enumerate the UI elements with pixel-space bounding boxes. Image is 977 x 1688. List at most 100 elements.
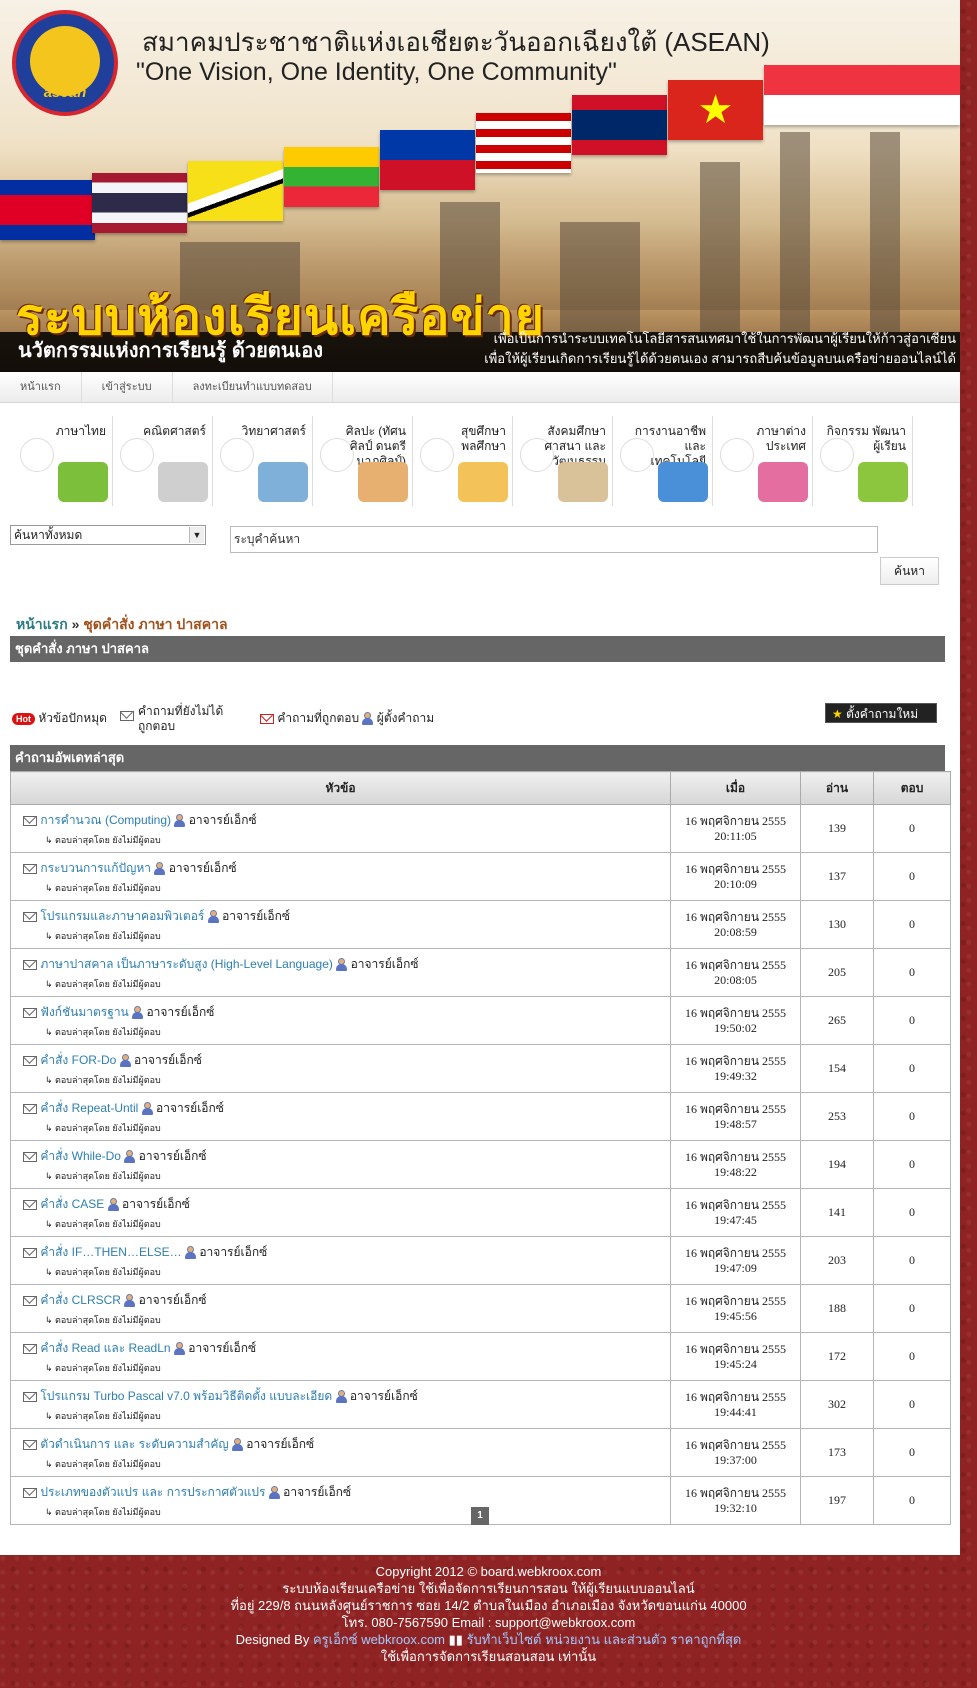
topic-link[interactable]: คำสั่ง Repeat-Until (40, 1101, 138, 1115)
topic-author: อาจารย์เอ็กซ์ (188, 1341, 257, 1355)
topic-link[interactable]: คำสั่ง IF…THEN…ELSE… (40, 1245, 181, 1259)
topic-date: 16 พฤศจิกายน 2555 20:11:05 (670, 804, 801, 853)
last-reply: ↳ ตอบล่าสุดโดย ยังไม่มีผู้ตอบ (45, 1123, 161, 1133)
last-reply: ↳ ตอบล่าสุดโดย ยังไม่มีผู้ตอบ (45, 1459, 161, 1469)
flag-philippines (380, 130, 475, 190)
last-reply: ↳ ตอบล่าสุดโดย ยังไม่มีผู้ตอบ (45, 1507, 161, 1517)
page-1-button[interactable]: 1 (471, 1507, 489, 1525)
flag-thailand (92, 173, 187, 233)
envelope-icon (23, 1487, 37, 1498)
category-label: ภาษาไทย (55, 424, 106, 438)
table-row: คำสั่ง CASE อาจารย์เอ็กซ์ ↳ ตอบล่าสุดโดย … (10, 1188, 951, 1237)
service-link[interactable]: รับทำเว็บไซต์ หน่วยงาน และส่วนตัว ราคาถู… (467, 1632, 742, 1647)
topic-author: อาจารย์เอ็กซ์ (156, 1101, 224, 1115)
table-row: คำสั่ง While-Do อาจารย์เอ็กซ์ ↳ ตอบล่าสุด… (10, 1140, 951, 1189)
user-icon (231, 1438, 243, 1452)
last-reply: ↳ ตอบล่าสุดโดย ยังไม่มีผู้ตอบ (45, 931, 161, 941)
topic-author: อาจารย์เอ็กซ์ (188, 813, 257, 827)
envelope-answered-icon (260, 713, 274, 724)
category-item[interactable]: สังคมศึกษา ศาสนา และวัฒนธรรม (518, 416, 613, 506)
table-row: กระบวนการแก้ปัญหา อาจารย์เอ็กซ์ ↳ ตอบล่าส… (10, 852, 951, 901)
nav-login[interactable]: เข้าสู่ระบบ (82, 372, 173, 402)
breadcrumb: หน้าแรก » ชุดคำสั่ง ภาษา ปาสคาล (16, 616, 228, 632)
topic-cell: ประเภทของตัวแปร และ การประกาศตัวแปร อาจา… (10, 1476, 671, 1525)
last-reply: ↳ ตอบล่าสุดโดย ยังไม่มีผู้ตอบ (45, 1171, 161, 1181)
last-reply: ↳ ตอบล่าสุดโดย ยังไม่มีผู้ตอบ (45, 835, 161, 845)
nav-home[interactable]: หน้าแรก (0, 372, 82, 402)
category-label: สุขศึกษา พลศึกษา (460, 424, 506, 453)
topic-cell: คำสั่ง IF…THEN…ELSE… อาจารย์เอ็กซ์ ↳ ตอบล… (10, 1236, 671, 1285)
top-nav: หน้าแรก เข้าสู่ระบบ ลงทะเบียนทำแบบทดสอบ (0, 372, 960, 403)
category-label: วิทยาศาสตร์ (241, 424, 306, 438)
category-icon (858, 462, 908, 502)
legend-pinned: Hot หัวข้อปักหมุด (12, 709, 107, 728)
topic-cell: คำสั่ง CASE อาจารย์เอ็กซ์ ↳ ตอบล่าสุดโดย … (10, 1188, 671, 1237)
topic-cell: ภาษาปาสคาล เป็นภาษาระดับสูง (High-Level … (10, 948, 671, 997)
flag-malaysia (476, 113, 571, 173)
topic-author: อาจารย์เอ็กซ์ (138, 1293, 207, 1307)
topic-link[interactable]: คำสั่ง Read และ ReadLn (40, 1341, 170, 1355)
envelope-icon (23, 911, 37, 922)
topic-link[interactable]: การคำนวณ (Computing) (40, 813, 171, 827)
last-reply: ↳ ตอบล่าสุดโดย ยังไม่มีผู้ตอบ (45, 979, 161, 989)
last-reply: ↳ ตอบล่าสุดโดย ยังไม่มีผู้ตอบ (45, 883, 161, 893)
topic-link[interactable]: ตัวดำเนินการ และ ระดับความสำคัญ (40, 1437, 228, 1451)
category-item[interactable]: ภาษาไทย (18, 416, 113, 506)
category-item[interactable]: วิทยาศาสตร์ (218, 416, 313, 506)
board-title: ชุดคำสั่ง ภาษา ปาสคาล (10, 636, 945, 662)
topic-link[interactable]: ภาษาปาสคาล เป็นภาษาระดับสูง (High-Level … (40, 957, 333, 971)
topic-reads: 203 (800, 1236, 874, 1285)
envelope-icon (23, 1391, 37, 1402)
last-reply: ↳ ตอบล่าสุดโดย ยังไม่มีผู้ตอบ (45, 1075, 161, 1085)
designer-link[interactable]: ครูเอ็กซ์ webkroox.com (313, 1632, 445, 1647)
topic-link[interactable]: คำสั่ง FOR-Do (40, 1053, 116, 1067)
flag-vietnam: ★ (668, 80, 763, 140)
legend: Hot หัวข้อปักหมุด คำถามที่ยังไม่ได้ถูกตอ… (12, 704, 512, 738)
topic-link[interactable]: คำสั่ง CLRSCR (40, 1293, 121, 1307)
user-icon (362, 712, 374, 726)
topic-author: อาจารย์เอ็กซ์ (122, 1197, 190, 1211)
asean-logo: asean (12, 10, 118, 116)
search-input[interactable]: ระบุคำค้นหา (230, 526, 878, 553)
user-icon (336, 958, 348, 972)
legend-answered: คำถามที่ถูกตอบ ผู้ตั้งคำถาม (260, 709, 434, 728)
chevron-down-icon: ▼ (189, 527, 204, 543)
topic-replies: 0 (873, 804, 951, 853)
legend-unanswered-label: คำถามที่ยังไม่ได้ถูกตอบ (138, 704, 224, 733)
topic-reads: 172 (800, 1332, 874, 1381)
table-row: คำสั่ง CLRSCR อาจารย์เอ็กซ์ ↳ ตอบล่าสุดโด… (10, 1284, 951, 1333)
category-circle (120, 438, 154, 472)
topic-reads: 139 (800, 804, 874, 853)
topic-link[interactable]: คำสั่ง While-Do (40, 1149, 121, 1163)
category-item[interactable]: สุขศึกษา พลศึกษา (418, 416, 513, 506)
topic-reads: 137 (800, 852, 874, 901)
nav-register-test[interactable]: ลงทะเบียนทำแบบทดสอบ (173, 372, 333, 402)
category-item[interactable]: การงานอาชีพและ เทคโนโลยี (618, 416, 713, 506)
topic-link[interactable]: โปรแกรมและภาษาคอมพิวเตอร์ (40, 909, 204, 923)
chart-icon: ▮▮ (448, 1632, 463, 1647)
search-button[interactable]: ค้นหา (880, 557, 939, 585)
new-question-button[interactable]: ★ ตั้งคำถามใหม่ (825, 703, 937, 723)
breadcrumb-home[interactable]: หน้าแรก (16, 616, 68, 632)
user-icon (132, 1006, 144, 1020)
topic-cell: คำสั่ง Read และ ReadLn อาจารย์เอ็กซ์ ↳ ตอ… (10, 1332, 671, 1381)
topic-link[interactable]: โปรแกรม Turbo Pascal v7.0 พร้อมวิธีติดตั… (40, 1389, 332, 1403)
last-reply: ↳ ตอบล่าสุดโดย ยังไม่มีผู้ตอบ (45, 1315, 161, 1325)
topic-replies: 0 (873, 948, 951, 997)
category-item[interactable]: ภาษาต่างประเทศ (718, 416, 813, 506)
category-icon (258, 462, 308, 502)
category-item[interactable]: ศิลปะ (ทัศนศิลป์ ดนตรี นาฏศิลป์) (318, 416, 413, 506)
topic-date: 16 พฤศจิกายน 2555 19:44:41 (670, 1380, 801, 1429)
topic-reads: 302 (800, 1380, 874, 1429)
topic-author: อาจารย์เอ็กซ์ (349, 1389, 418, 1403)
topic-link[interactable]: กระบวนการแก้ปัญหา (40, 861, 151, 875)
topic-reads: 265 (800, 996, 874, 1045)
topic-link[interactable]: คำสั่ง CASE (40, 1197, 104, 1211)
envelope-icon (23, 815, 37, 826)
category-item[interactable]: คณิตศาสตร์ (118, 416, 213, 506)
category-label: ภาษาต่างประเทศ (756, 424, 806, 453)
category-item[interactable]: กิจกรรม พัฒนาผู้เรียน (818, 416, 913, 506)
search-scope-select[interactable]: ค้นหาทั้งหมด ▼ (10, 525, 206, 545)
topic-link[interactable]: ฟังก์ชันมาตรฐาน (40, 1005, 128, 1019)
topic-link[interactable]: ประเภทของตัวแปร และ การประกาศตัวแปร (40, 1485, 265, 1499)
